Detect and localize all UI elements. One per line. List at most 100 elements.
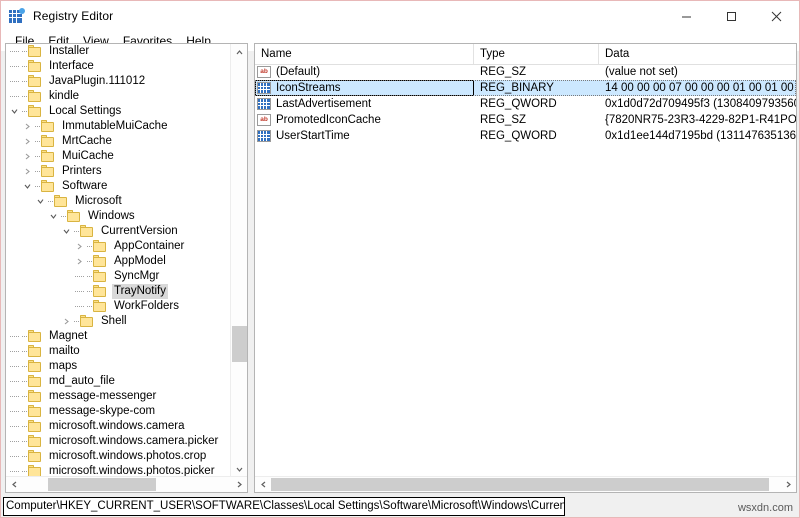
tree-node-microsoft-windows-photos-crop[interactable]: microsoft.windows.photos.crop xyxy=(6,449,231,464)
tree-node-microsoft-windows-camera[interactable]: microsoft.windows.camera xyxy=(6,419,231,434)
tree-connector[interactable] xyxy=(8,44,21,59)
tree-scroll-thumb[interactable] xyxy=(232,326,247,362)
chevron-right-icon[interactable] xyxy=(60,314,73,329)
chevron-down-icon[interactable] xyxy=(47,209,60,224)
tree-connector[interactable] xyxy=(8,344,21,359)
tree-connector xyxy=(34,179,41,194)
tree-node-local-settings[interactable]: Local Settings xyxy=(6,104,231,119)
tree-connector[interactable] xyxy=(8,359,21,374)
folder-icon xyxy=(93,255,108,268)
tree-node-label: microsoft.windows.photos.crop xyxy=(49,450,207,462)
tree-node-currentversion[interactable]: CurrentVersion xyxy=(6,224,231,239)
value-name: PromotedIconCache xyxy=(276,114,381,126)
tree-node-label: Software xyxy=(62,180,108,192)
tree-node-interface[interactable]: Interface xyxy=(6,59,231,74)
tree-node-traynotify[interactable]: TrayNotify xyxy=(6,284,231,299)
tree-node-microsoft-windows-camera-picker[interactable]: microsoft.windows.camera.picker xyxy=(6,434,231,449)
tree-node-label: Microsoft xyxy=(75,195,122,207)
value-row[interactable]: UserStartTime REG_QWORD 0x1d1ee144d7195bd … xyxy=(255,128,796,144)
tree-node-message-skype-com[interactable]: message-skype-com xyxy=(6,404,231,419)
string-value-icon: ab xyxy=(257,66,271,78)
folder-icon xyxy=(28,420,43,433)
folder-icon xyxy=(28,75,43,88)
folder-icon xyxy=(54,195,69,208)
value-name-cell: LastAdvertisement xyxy=(255,96,474,112)
tree-node-mrtcache[interactable]: MrtCache xyxy=(6,134,231,149)
tree-connector xyxy=(34,149,41,164)
tree-connector xyxy=(21,359,28,374)
tree-connector[interactable] xyxy=(8,74,21,89)
tree-scroll-right-arrow[interactable] xyxy=(231,477,247,492)
tree-horizontal-scrollbar[interactable] xyxy=(6,476,247,492)
tree-node-mailto[interactable]: mailto xyxy=(6,344,231,359)
tree-node-kindle[interactable]: kindle xyxy=(6,89,231,104)
value-row[interactable]: IconStreams REG_BINARY 14 00 00 00 07 00 0… xyxy=(255,80,796,96)
chevron-right-icon[interactable] xyxy=(21,164,34,179)
tree-node-javaplugin-111012[interactable]: JavaPlugin.111012 xyxy=(6,74,231,89)
chevron-right-icon[interactable] xyxy=(73,239,86,254)
tree-scroll-left-arrow[interactable] xyxy=(6,477,22,492)
chevron-right-icon[interactable] xyxy=(21,149,34,164)
tree-node-label: WorkFolders xyxy=(114,300,179,312)
tree-connector xyxy=(86,284,93,299)
values-list[interactable]: ab (Default) REG_SZ (value not set) IconStre… xyxy=(255,64,796,475)
tree-connector[interactable] xyxy=(8,449,21,464)
column-header-type[interactable]: Type xyxy=(474,44,599,64)
chevron-down-icon[interactable] xyxy=(21,179,34,194)
tree-node-windows[interactable]: Windows xyxy=(6,209,231,224)
tree-connector xyxy=(86,254,93,269)
tree-connector[interactable] xyxy=(8,59,21,74)
tree-connector xyxy=(73,284,86,299)
tree-node-muicache[interactable]: MuiCache xyxy=(6,149,231,164)
tree-node-appcontainer[interactable]: AppContainer xyxy=(6,239,231,254)
minimize-button[interactable] xyxy=(664,1,709,31)
chevron-right-icon[interactable] xyxy=(21,119,34,134)
maximize-button[interactable] xyxy=(709,1,754,31)
tree-node-magnet[interactable]: Magnet xyxy=(6,329,231,344)
tree-node-label: MuiCache xyxy=(62,150,114,162)
values-scroll-left-arrow[interactable] xyxy=(255,477,271,492)
chevron-down-icon[interactable] xyxy=(8,104,21,119)
tree-connector[interactable] xyxy=(8,89,21,104)
tree-node-software[interactable]: Software xyxy=(6,179,231,194)
tree-connector[interactable] xyxy=(8,419,21,434)
tree-scroll-up-arrow[interactable] xyxy=(231,44,247,61)
values-horizontal-scrollbar[interactable] xyxy=(255,476,796,492)
chevron-down-icon[interactable] xyxy=(34,194,47,209)
value-name: (Default) xyxy=(276,66,321,78)
value-row[interactable]: LastAdvertisement REG_QWORD 0x1d0d72d70949… xyxy=(255,96,796,112)
tree-node-installer[interactable]: Installer xyxy=(6,44,231,59)
registry-tree[interactable]: Installer Interface JavaPlugin.111012 kindl… xyxy=(6,44,231,478)
tree-hscroll-thumb[interactable] xyxy=(48,478,156,491)
tree-node-maps[interactable]: maps xyxy=(6,359,231,374)
tree-connector[interactable] xyxy=(8,389,21,404)
value-data: 14 00 00 00 07 00 00 00 01 00 01 00 09 0… xyxy=(605,82,796,94)
tree-node-immutablemuicache[interactable]: ImmutableMuiCache xyxy=(6,119,231,134)
value-row[interactable]: ab PromotedIconCache REG_SZ {7820NR75-23R3-… xyxy=(255,112,796,128)
tree-node-workfolders[interactable]: WorkFolders xyxy=(6,299,231,314)
value-data: {7820NR75-23R3-4229-82P1-R41PO67Q5O9P},{… xyxy=(605,114,796,126)
tree-node-appmodel[interactable]: AppModel xyxy=(6,254,231,269)
chevron-right-icon[interactable] xyxy=(73,254,86,269)
tree-node-md-auto-file[interactable]: md_auto_file xyxy=(6,374,231,389)
values-hscroll-thumb[interactable] xyxy=(271,478,769,491)
close-button[interactable] xyxy=(754,1,799,31)
values-scroll-right-arrow[interactable] xyxy=(780,477,796,492)
tree-node-shell[interactable]: Shell xyxy=(6,314,231,329)
tree-vertical-scrollbar[interactable] xyxy=(230,44,247,478)
tree-node-microsoft[interactable]: Microsoft xyxy=(6,194,231,209)
tree-connector[interactable] xyxy=(8,434,21,449)
tree-node-message-messenger[interactable]: message-messenger xyxy=(6,389,231,404)
tree-connector[interactable] xyxy=(8,404,21,419)
value-row[interactable]: ab (Default) REG_SZ (value not set) xyxy=(255,64,796,80)
tree-node-syncmgr[interactable]: SyncMgr xyxy=(6,269,231,284)
column-header-data[interactable]: Data xyxy=(599,44,796,64)
chevron-down-icon[interactable] xyxy=(60,224,73,239)
folder-icon xyxy=(28,405,43,418)
tree-connector[interactable] xyxy=(8,374,21,389)
tree-connector[interactable] xyxy=(8,329,21,344)
chevron-right-icon[interactable] xyxy=(21,134,34,149)
column-header-name[interactable]: Name xyxy=(255,44,474,64)
tree-node-printers[interactable]: Printers xyxy=(6,164,231,179)
